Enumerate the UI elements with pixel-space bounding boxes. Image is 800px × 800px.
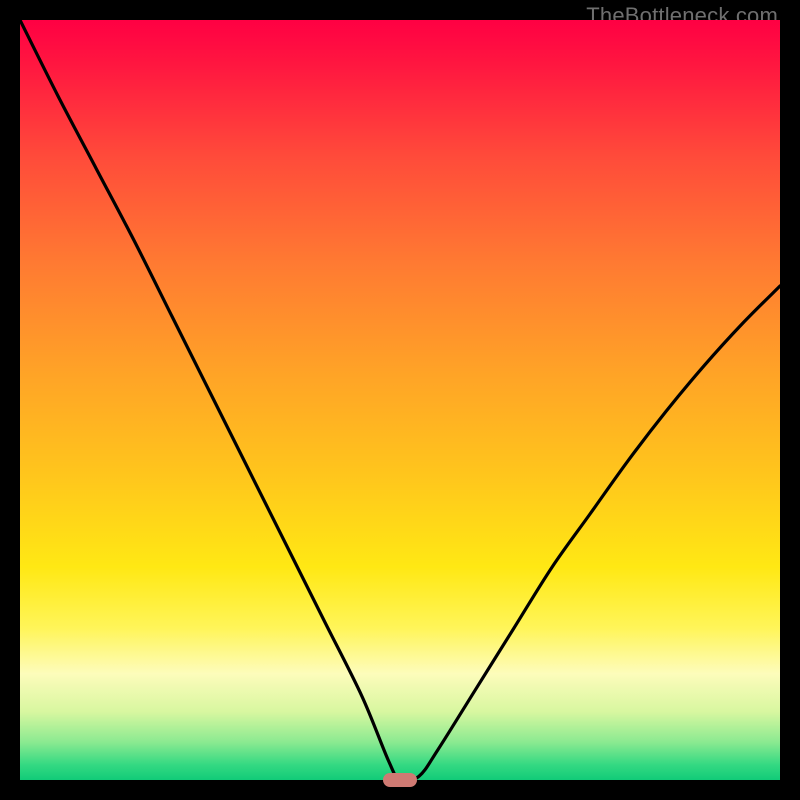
chart-frame: TheBottleneck.com	[0, 0, 800, 800]
minimum-marker	[383, 773, 417, 787]
plot-area	[20, 20, 780, 780]
bottleneck-curve	[20, 20, 780, 780]
